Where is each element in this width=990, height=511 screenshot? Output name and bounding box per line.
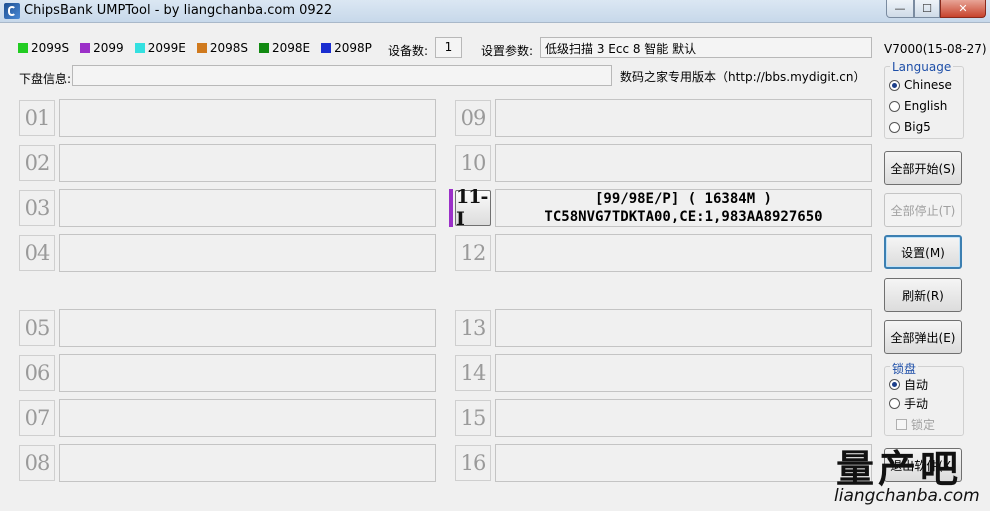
disk-info-label: 下盘信息: [19, 72, 72, 86]
lock-auto-option[interactable]: 自动 [889, 376, 928, 393]
slot-number-14: 14 [455, 355, 491, 391]
slot-status-02 [59, 144, 436, 182]
slot-status-15 [495, 399, 872, 437]
eject-all-button[interactable]: 全部弹出(E) [884, 320, 962, 354]
maximize-button[interactable]: ☐ [914, 0, 940, 18]
slot-number-01: 01 [19, 100, 55, 136]
slot-status-09 [495, 99, 872, 137]
slot-number-02: 02 [19, 145, 55, 181]
radio-icon[interactable] [889, 121, 900, 133]
device-count-field: 1 [435, 37, 462, 58]
slot-status-07 [59, 399, 436, 437]
legend-swatch [196, 43, 207, 53]
slot-status-05 [59, 309, 436, 347]
slot-number-06: 06 [19, 355, 55, 391]
slot-number-04: 04 [19, 235, 55, 271]
legend-item: 2098S [196, 41, 248, 55]
start-all-button[interactable]: 全部开始(S) [884, 151, 962, 185]
legend-item: 2099E [134, 41, 186, 55]
slot-number-07: 07 [19, 400, 55, 436]
app-window: ChipsBank UMPTool - by liangchanba.com 0… [0, 0, 990, 511]
device-count-label: 设备数: [388, 44, 429, 58]
slot-number-10: 10 [455, 145, 491, 181]
slot-status-14 [495, 354, 872, 392]
slot-11-capacity: [99/98E/P] ( 16384M ) [594, 191, 772, 207]
legend-swatch [134, 43, 145, 53]
close-button[interactable]: ✕ [940, 0, 986, 18]
title-bar[interactable]: ChipsBank UMPTool - by liangchanba.com 0… [0, 0, 990, 23]
legend-swatch [80, 43, 91, 53]
app-icon [4, 3, 20, 19]
slot-number-05: 05 [19, 310, 55, 346]
slot-number-16: 16 [455, 445, 491, 481]
slot-number-12: 12 [455, 235, 491, 271]
radio-checked-icon[interactable] [889, 79, 900, 91]
slot-status-03 [59, 189, 436, 227]
legend-swatch [321, 43, 332, 53]
chip-legend: 2099S 2099 2099E 2098S 2098E 2098P [18, 41, 383, 55]
disk-info-field [72, 65, 612, 86]
slot-number-08: 08 [19, 445, 55, 481]
slot-status-06 [59, 354, 436, 392]
language-group-title: Language [890, 60, 954, 74]
legend-item: 2098E [258, 41, 310, 55]
watermark-logo: 量产吧 [836, 447, 963, 491]
slot-number-03: 03 [19, 190, 55, 226]
legend-item: 2099 [80, 41, 124, 55]
slot-number-13: 13 [455, 310, 491, 346]
slot-status-12 [495, 234, 872, 272]
legend-item: 2098P [321, 41, 372, 55]
slot-number-09: 09 [455, 100, 491, 136]
stop-all-button[interactable]: 全部停止(T) [884, 193, 962, 227]
slot-number-11[interactable]: 11-I [455, 186, 491, 230]
radio-icon[interactable] [889, 398, 900, 409]
slot-number-15: 15 [455, 400, 491, 436]
lock-manual-option[interactable]: 手动 [889, 395, 928, 412]
settings-label: 设置参数: [481, 44, 534, 58]
watermark-url: liangchanba.com [834, 486, 980, 506]
checkbox-icon[interactable] [896, 419, 907, 430]
slot-status-01 [59, 99, 436, 137]
refresh-button[interactable]: 刷新(R) [884, 278, 962, 312]
legend-swatch [18, 43, 28, 53]
settings-button[interactable]: 设置(M) [884, 235, 962, 269]
slot-status-08 [59, 444, 436, 482]
settings-field: 低级扫描 3 Ecc 8 智能 默认 [540, 37, 872, 58]
lock-checkbox-option[interactable]: 锁定 [896, 416, 935, 433]
slot-status-04 [59, 234, 436, 272]
minimize-button[interactable]: — [886, 0, 914, 18]
radio-checked-icon[interactable] [889, 379, 900, 390]
slot-status-13 [495, 309, 872, 347]
language-big5-option[interactable]: Big5 [889, 120, 931, 134]
slot-11-flash-id: TC58NVG7TDKTA00,CE:1,983AA8927650 [544, 209, 823, 225]
slot-status-16 [495, 444, 872, 482]
legend-swatch [258, 43, 269, 53]
slot-status-10 [495, 144, 872, 182]
radio-icon[interactable] [889, 100, 900, 112]
slot-status-11: [99/98E/P] ( 16384M ) TC58NVG7TDKTA00,CE… [495, 189, 872, 227]
lock-group-title: 锁盘 [890, 360, 919, 377]
active-slot-indicator [449, 189, 453, 227]
language-english-option[interactable]: English [889, 99, 947, 113]
window-title: ChipsBank UMPTool - by liangchanba.com 0… [24, 3, 333, 18]
language-chinese-option[interactable]: Chinese [889, 78, 952, 92]
version-label: V7000(15-08-27) [884, 42, 987, 56]
edition-note: 数码之家专用版本（http://bbs.mydigit.cn） [620, 70, 866, 84]
legend-item: 2099S [18, 41, 69, 55]
